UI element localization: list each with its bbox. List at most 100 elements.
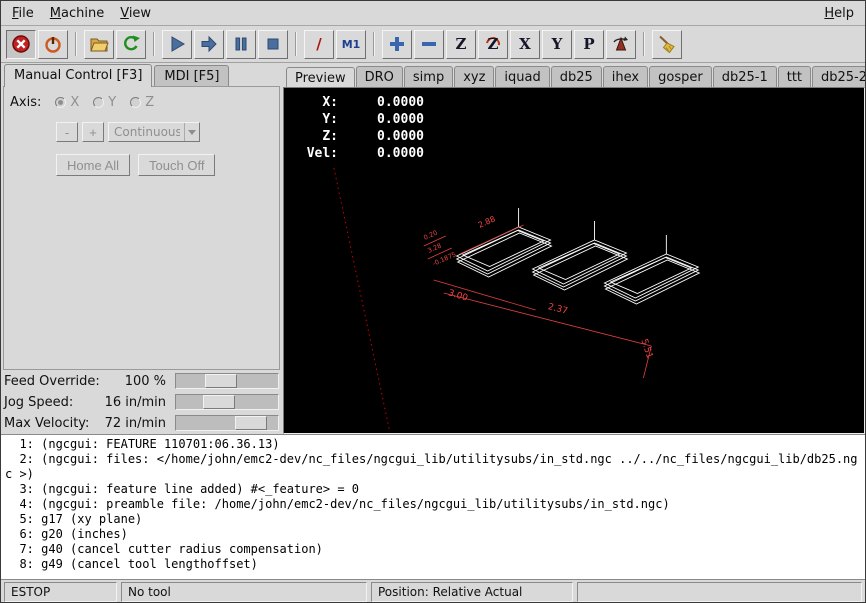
gcode-line[interactable]: 4: (ngcgui: preamble file: /home/john/em… bbox=[5, 497, 863, 512]
readout-vel-value: 0.0000 bbox=[338, 145, 424, 162]
preview-tab[interactable]: xyz bbox=[454, 66, 494, 87]
jog-speed-label: Jog Speed: bbox=[4, 395, 100, 410]
preview-tab[interactable]: db25 bbox=[551, 66, 602, 87]
view-side-letter-icon: X bbox=[519, 37, 531, 52]
status-filler bbox=[577, 582, 862, 602]
preview-tab[interactable]: db25-2 bbox=[812, 66, 866, 87]
view-top-button[interactable]: Z bbox=[446, 30, 476, 59]
max-velocity-row: Max Velocity: 72 in/min bbox=[4, 414, 279, 432]
feed-override-label: Feed Override: bbox=[4, 374, 100, 389]
manual-control-page: Axis: X Y Z - + bbox=[3, 86, 280, 370]
machine-power-button[interactable] bbox=[38, 30, 68, 59]
readout-x-value: 0.0000 bbox=[338, 94, 424, 111]
gcode-line[interactable]: 2: (ngcgui: files: </home/john/emc2-dev/… bbox=[5, 452, 863, 482]
axis-radio-y[interactable]: Y bbox=[93, 95, 116, 110]
axis-radio-x[interactable]: X bbox=[55, 95, 79, 110]
control-tab[interactable]: MDI [F5] bbox=[154, 65, 229, 86]
axis-caption: Axis: bbox=[10, 95, 41, 110]
menu-item-help[interactable]: Help bbox=[816, 3, 862, 24]
gcode-line[interactable]: 1: (ngcgui: FEATURE 110701:06.36.13) bbox=[5, 437, 863, 452]
zoom-out-button[interactable] bbox=[414, 30, 444, 59]
zoom-in-button[interactable] bbox=[382, 30, 412, 59]
dim-label: 3.00 bbox=[447, 288, 469, 304]
skip-lines-toggle[interactable]: / bbox=[304, 30, 334, 59]
clear-plot-button[interactable] bbox=[652, 30, 682, 59]
status-bar: ESTOP No tool Position: Relative Actual bbox=[1, 580, 865, 603]
play-icon bbox=[167, 34, 187, 54]
view-perspective-button[interactable]: P bbox=[574, 30, 604, 59]
menu-item[interactable]: File bbox=[4, 3, 42, 24]
toolpath-shape-3 bbox=[604, 235, 699, 304]
preview-tab[interactable]: gosper bbox=[649, 66, 712, 87]
slash-icon: / bbox=[316, 35, 321, 53]
toolbar-separator bbox=[295, 32, 297, 56]
combo-arrow-button[interactable] bbox=[184, 123, 199, 141]
feed-override-slider[interactable] bbox=[175, 373, 279, 389]
preview-tab[interactable]: DRO bbox=[356, 66, 403, 87]
slider-handle[interactable] bbox=[205, 374, 237, 388]
view-front-button[interactable]: Y bbox=[542, 30, 572, 59]
view-top-letter-icon: Z bbox=[456, 37, 467, 52]
preview-tabs: PreviewDROsimpxyziquaddb25ihexgosperdb25… bbox=[282, 63, 865, 87]
radio-icon bbox=[93, 97, 104, 108]
gcode-line[interactable]: 8: g49 (cancel tool lengthoffset) bbox=[5, 557, 863, 572]
rotate-view-button[interactable] bbox=[606, 30, 636, 59]
slider-handle[interactable] bbox=[235, 416, 267, 430]
control-tabs: Manual Control [F3]MDI [F5] bbox=[1, 63, 282, 86]
gcode-line[interactable]: 3: (ngcgui: feature line added) #<_featu… bbox=[5, 482, 863, 497]
m1-icon: M1 bbox=[342, 38, 361, 51]
status-machine-state: ESTOP bbox=[4, 582, 117, 602]
dim-label: 5.51 bbox=[639, 338, 655, 360]
preview-tab[interactable]: Preview bbox=[286, 67, 355, 88]
readout-vel-label: Vel: bbox=[296, 145, 338, 162]
status-position-mode: Position: Relative Actual bbox=[371, 582, 573, 602]
chevron-down-icon bbox=[188, 130, 196, 135]
open-folder-icon bbox=[89, 34, 109, 54]
touch-off-button[interactable]: Touch Off bbox=[138, 154, 215, 176]
reload-file-button[interactable] bbox=[116, 30, 146, 59]
reload-icon bbox=[121, 34, 141, 54]
menu-item[interactable]: View bbox=[112, 3, 159, 24]
preview-tab[interactable]: ttt bbox=[778, 66, 811, 87]
axis-y-label: Y bbox=[108, 95, 116, 110]
jog-speed-value: 16 in/min bbox=[100, 395, 175, 410]
step-button[interactable] bbox=[194, 30, 224, 59]
pause-button[interactable] bbox=[226, 30, 256, 59]
menubar: FileMachineView Help bbox=[1, 1, 865, 26]
jog-speed-row: Jog Speed: 16 in/min bbox=[4, 393, 279, 411]
slider-handle[interactable] bbox=[203, 395, 235, 409]
optional-pause-toggle[interactable]: M1 bbox=[336, 30, 366, 59]
toolbar: / M1 Z Z X Y P bbox=[1, 26, 865, 63]
view-rotated-top-button[interactable]: Z bbox=[478, 30, 508, 59]
jog-increment-combobox[interactable]: Continuous bbox=[108, 122, 200, 142]
readout-z-value: 0.0000 bbox=[338, 128, 424, 145]
gcode-listing[interactable]: 1: (ngcgui: FEATURE 110701:06.36.13) 2: … bbox=[1, 434, 865, 580]
estop-button[interactable] bbox=[6, 30, 36, 59]
home-all-button[interactable]: Home All bbox=[56, 154, 130, 176]
gcode-line[interactable]: 6: g20 (inches) bbox=[5, 527, 863, 542]
jog-plus-button[interactable]: + bbox=[82, 122, 104, 142]
view-side-button[interactable]: X bbox=[510, 30, 540, 59]
feed-override-value: 100 % bbox=[100, 374, 175, 389]
gcode-line[interactable]: 5: g17 (xy plane) bbox=[5, 512, 863, 527]
axis-radio-z[interactable]: Z bbox=[130, 95, 154, 110]
run-button[interactable] bbox=[162, 30, 192, 59]
max-velocity-slider[interactable] bbox=[175, 415, 279, 431]
estop-icon bbox=[11, 34, 31, 54]
main-area: Manual Control [F3]MDI [F5] Axis: X Y Z bbox=[1, 63, 865, 434]
view-rotated-top-letter-icon: Z bbox=[488, 37, 499, 52]
preview-tab[interactable]: db25-1 bbox=[713, 66, 777, 87]
preview-tab[interactable]: simp bbox=[404, 66, 453, 87]
control-tab[interactable]: Manual Control [F3] bbox=[4, 64, 152, 87]
menu-item[interactable]: Machine bbox=[42, 3, 112, 24]
stop-button[interactable] bbox=[258, 30, 288, 59]
gcode-line[interactable]: 7: g40 (cancel cutter radius compensatio… bbox=[5, 542, 863, 557]
preview-canvas[interactable]: 2.88 0.20 3.28 -0.1875 3.00 2.37 5.51 X:… bbox=[283, 87, 865, 434]
preview-tab[interactable]: ihex bbox=[603, 66, 648, 87]
jog-speed-slider[interactable] bbox=[175, 394, 279, 410]
open-file-button[interactable] bbox=[84, 30, 114, 59]
toolbar-separator bbox=[75, 32, 77, 56]
jog-minus-button[interactable]: - bbox=[56, 122, 78, 142]
preview-tab[interactable]: iquad bbox=[495, 66, 549, 87]
view-front-letter-icon: Y bbox=[552, 37, 563, 52]
